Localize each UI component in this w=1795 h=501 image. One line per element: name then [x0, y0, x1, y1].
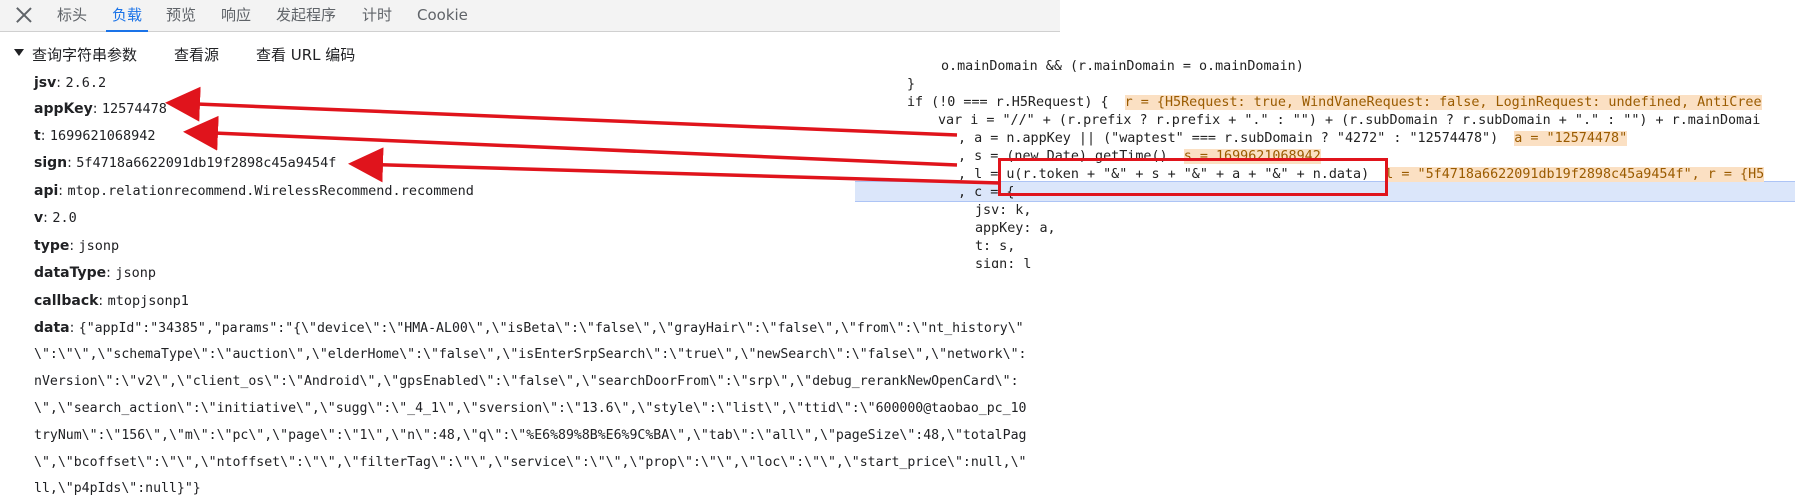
arrow-t	[183, 115, 958, 167]
arrow-sign	[348, 147, 1001, 185]
arrow-appkey	[165, 86, 958, 137]
annotation-arrows	[165, 86, 1001, 185]
